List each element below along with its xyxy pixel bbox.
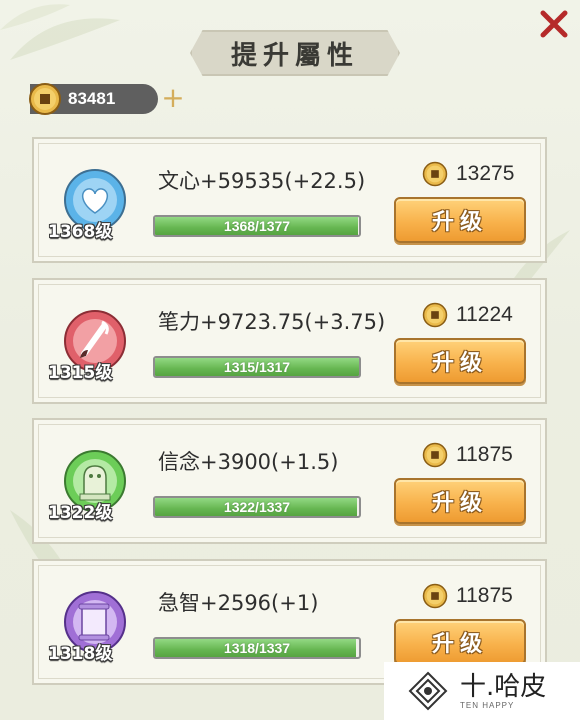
cost-value: 11875 [456,443,513,466]
watermark-subtitle: TEN HAPPY [460,700,515,710]
cost-value: 13275 [456,162,515,185]
title-plaque: 提升屬性 [190,30,400,76]
attribute-value: 文心+59535(+22.5) [158,169,366,193]
upgrade-button[interactable]: 升级 [394,619,526,665]
progress-label: 1318/1337 [223,640,291,656]
level-progress-bar: 1318/1337 [153,637,361,659]
level-progress-bar: 1322/1337 [153,496,361,518]
attribute-card: 1315级 笔力+9723.75(+3.75) 1315/1317 11224 … [32,278,547,404]
copper-coin-icon [422,302,448,328]
upgrade-cost: 11875 [422,442,513,468]
progress-label: 1322/1337 [223,499,291,515]
cost-value: 11875 [456,584,513,607]
attribute-upgrade-panel: 提升屬性 83481 + 1368级 文心+59535(+22.5) 1368/… [0,0,580,720]
progress-label: 1315/1317 [223,359,291,375]
level-label: 1318级 [48,644,113,664]
level-label: 1368级 [48,222,113,242]
close-x-icon [540,10,568,38]
attribute-card: 1322级 信念+3900(+1.5) 1322/1337 11875 升级 [32,418,547,544]
progress-label: 1368/1377 [223,218,291,234]
upgrade-cost: 11875 [422,583,513,609]
close-button[interactable] [536,6,572,42]
upgrade-button-label: 升级 [431,632,488,657]
copper-coin-icon [422,161,448,187]
upgrade-button-label: 升级 [431,210,488,235]
upgrade-cost: 13275 [422,161,514,187]
page-title: 提升屬性 [230,40,359,71]
attribute-value: 急智+2596(+1) [158,591,319,615]
currency-display: 83481 [29,83,158,115]
upgrade-button-label: 升级 [431,351,488,376]
currency-amount: 83481 [68,89,116,108]
upgrade-button[interactable]: 升级 [394,338,526,384]
upgrade-button[interactable]: 升级 [394,197,526,243]
watermark-title: 十.哈皮 [460,671,547,702]
level-label: 1322级 [48,503,113,523]
copper-coin-icon [422,583,448,609]
upgrade-button[interactable]: 升级 [394,478,526,524]
cost-value: 11224 [456,303,513,326]
attribute-value: 笔力+9723.75(+3.75) [158,310,386,334]
copper-coin-icon [422,442,448,468]
leaf-decoration-icon [0,4,120,60]
watermark-logo-icon [408,671,448,711]
level-label: 1315级 [48,363,113,383]
level-progress-bar: 1315/1317 [153,356,361,378]
attribute-value: 信念+3900(+1.5) [158,450,339,474]
add-currency-button[interactable]: + [160,84,186,112]
attribute-card: 1368级 文心+59535(+22.5) 1368/1377 13275 升级 [32,137,547,263]
watermark: 十.哈皮 TEN HAPPY [384,662,580,720]
upgrade-button-label: 升级 [431,491,488,516]
copper-coin-icon [29,83,61,115]
level-progress-bar: 1368/1377 [153,215,361,237]
upgrade-cost: 11224 [422,302,513,328]
